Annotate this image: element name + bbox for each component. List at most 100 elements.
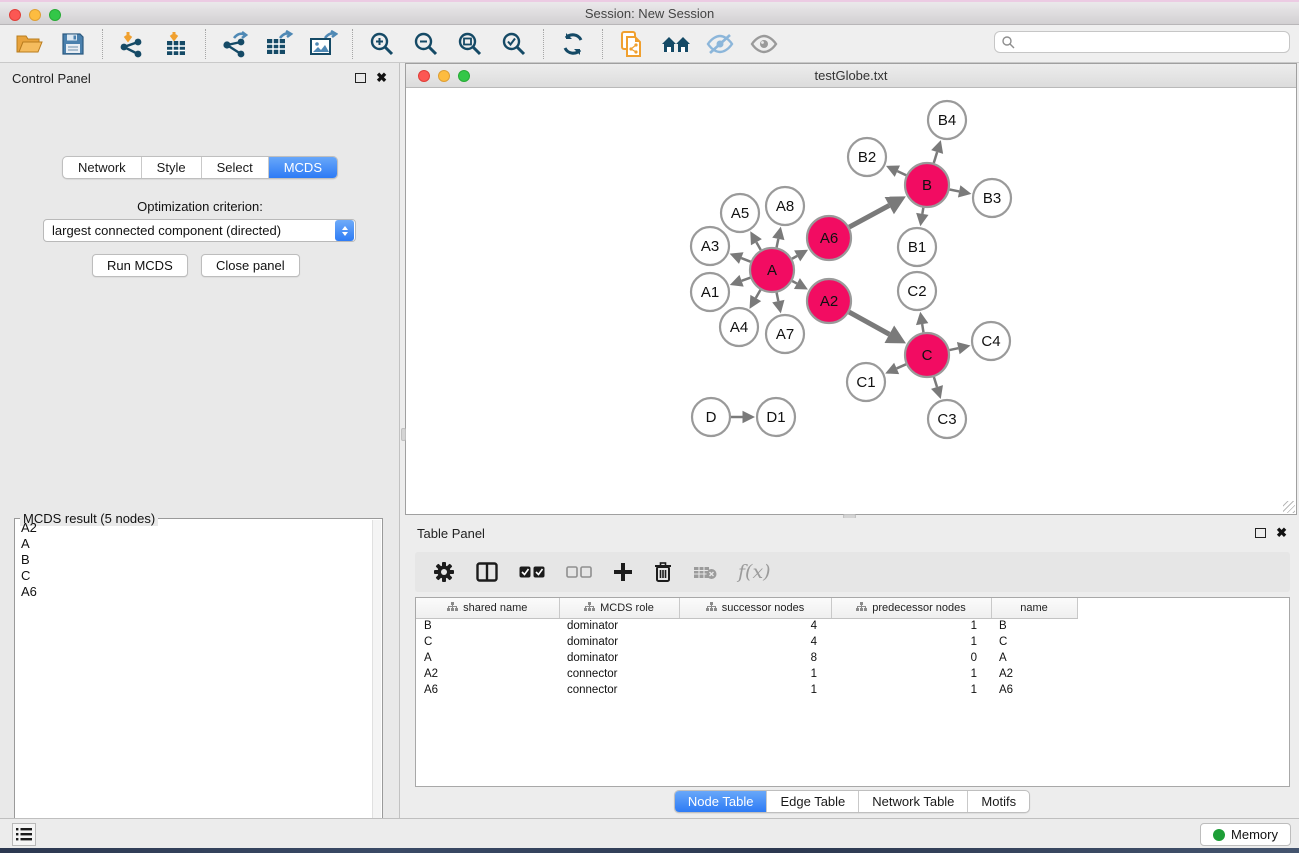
tab-motifs[interactable]: Motifs [968,791,1029,812]
graph-edge-B-B4[interactable] [934,152,937,163]
memory-button[interactable]: Memory [1200,823,1291,846]
graph-node-A8[interactable]: A8 [766,187,804,225]
graph-node-A3[interactable]: A3 [691,227,729,265]
table-cell[interactable]: connector [559,666,679,682]
graph-node-B2[interactable]: B2 [848,138,886,176]
result-scrollbar[interactable] [372,520,381,853]
table-cell[interactable]: 1 [679,682,831,698]
graph-edge-A-A1[interactable] [742,278,751,281]
result-item-C[interactable]: C [16,568,372,584]
column-header-predecessor-nodes[interactable]: predecessor nodes [831,598,991,618]
column-header-name[interactable]: name [991,598,1077,618]
table-cell[interactable]: 4 [679,634,831,650]
zoom-fit-button[interactable] [453,29,487,59]
column-header-successor-nodes[interactable]: successor nodes [679,598,831,618]
task-history-button[interactable] [12,823,36,846]
table-cell[interactable]: 4 [679,618,831,634]
graph-edge-A-A6[interactable] [792,256,797,259]
graph-edge-B-B3[interactable] [950,190,960,192]
result-item-A6[interactable]: A6 [16,584,372,600]
table-cell[interactable]: A2 [416,666,559,682]
table-row[interactable]: A2connector11A2 [416,666,1077,682]
graph-node-C[interactable]: C [905,333,949,377]
table-cell[interactable]: 8 [679,650,831,666]
network-zoom-button[interactable] [458,70,470,82]
graph-node-B[interactable]: B [905,163,949,207]
graph-node-A[interactable]: A [750,248,794,292]
deselect-all-button[interactable] [566,566,592,578]
zoom-in-button[interactable] [365,29,399,59]
table-cell[interactable]: connector [559,682,679,698]
zoom-out-button[interactable] [409,29,443,59]
graph-node-A2[interactable]: A2 [807,279,851,323]
graph-edge-A2-C[interactable] [849,312,889,334]
table-cell[interactable]: A6 [416,682,559,698]
table-row[interactable]: Cdominator41C [416,634,1077,650]
graph-node-C4[interactable]: C4 [972,322,1010,360]
graph-node-B1[interactable]: B1 [898,228,936,266]
show-all-button[interactable] [747,29,781,59]
table-cell[interactable]: A2 [991,666,1077,682]
graph-node-C3[interactable]: C3 [928,400,966,438]
graph-edge-A-A8[interactable] [777,239,779,248]
network-close-button[interactable] [418,70,430,82]
table-cell[interactable]: A6 [991,682,1077,698]
table-cell[interactable]: C [991,634,1077,650]
float-table-panel-icon[interactable] [1255,528,1266,538]
table-cell[interactable]: A [416,650,559,666]
table-cell[interactable]: dominator [559,634,679,650]
table-cell[interactable]: 0 [831,650,991,666]
graph-node-A5[interactable]: A5 [721,194,759,232]
select-all-button[interactable] [519,566,545,578]
table-row[interactable]: A6connector11A6 [416,682,1077,698]
table-cell[interactable]: A [991,650,1077,666]
result-item-B[interactable]: B [16,552,372,568]
graph-edge-A-A7[interactable] [777,293,779,302]
table-cell[interactable]: 1 [831,634,991,650]
graph-node-A7[interactable]: A7 [766,315,804,353]
table-row[interactable]: Bdominator41B [416,618,1077,634]
tab-mcds[interactable]: MCDS [269,157,337,178]
graph-edge-B-B2[interactable] [897,171,906,175]
open-session-button[interactable] [12,29,46,59]
network-canvas[interactable]: B4B2BB3A8A5A6A3B1AA1C2A2A4A7C4CC1DD1C3 [406,88,1296,514]
table-cell[interactable]: C [416,634,559,650]
tab-network[interactable]: Network [63,157,142,178]
export-network-button[interactable] [218,29,252,59]
table-cell[interactable]: 1 [831,618,991,634]
float-panel-icon[interactable] [355,73,366,83]
table-cell[interactable]: dominator [559,650,679,666]
window-resize-grip[interactable] [1283,501,1295,513]
result-item-A[interactable]: A [16,536,372,552]
tab-style[interactable]: Style [142,157,202,178]
close-panel-button[interactable]: Close panel [201,254,300,277]
table-cell[interactable]: 1 [831,682,991,698]
close-panel-icon[interactable]: ✖ [376,73,387,83]
import-table-button[interactable] [159,29,193,59]
create-column-button[interactable] [613,562,633,582]
graph-edge-A-A2[interactable] [792,281,797,284]
graph-edge-A-A4[interactable] [756,290,761,298]
graph-edge-C-C1[interactable] [897,364,906,368]
graph-edge-C-C3[interactable] [934,377,937,387]
result-item-A2[interactable]: A2 [16,520,372,536]
graph-edge-C-C4[interactable] [949,348,958,350]
graph-node-C2[interactable]: C2 [898,272,936,310]
tab-network-table[interactable]: Network Table [859,791,968,812]
zoom-selected-button[interactable] [497,29,531,59]
graph-edge-C-C2[interactable] [922,324,923,332]
run-mcds-button[interactable]: Run MCDS [92,254,188,277]
graph-node-D[interactable]: D [692,398,730,436]
graph-edge-A6-B[interactable] [849,205,889,227]
criterion-dropdown[interactable]: largest connected component (directed) [43,219,356,242]
first-neighbors-button[interactable] [659,29,693,59]
tab-node-table[interactable]: Node Table [675,791,768,812]
table-cell[interactable]: B [416,618,559,634]
network-minimize-button[interactable] [438,70,450,82]
graph-edge-A-A3[interactable] [741,258,750,262]
search-input[interactable] [994,31,1290,53]
graph-node-A4[interactable]: A4 [720,308,758,346]
table-cell[interactable]: 1 [679,666,831,682]
export-image-button[interactable] [306,29,340,59]
column-header-MCDS-role[interactable]: MCDS role [559,598,679,618]
